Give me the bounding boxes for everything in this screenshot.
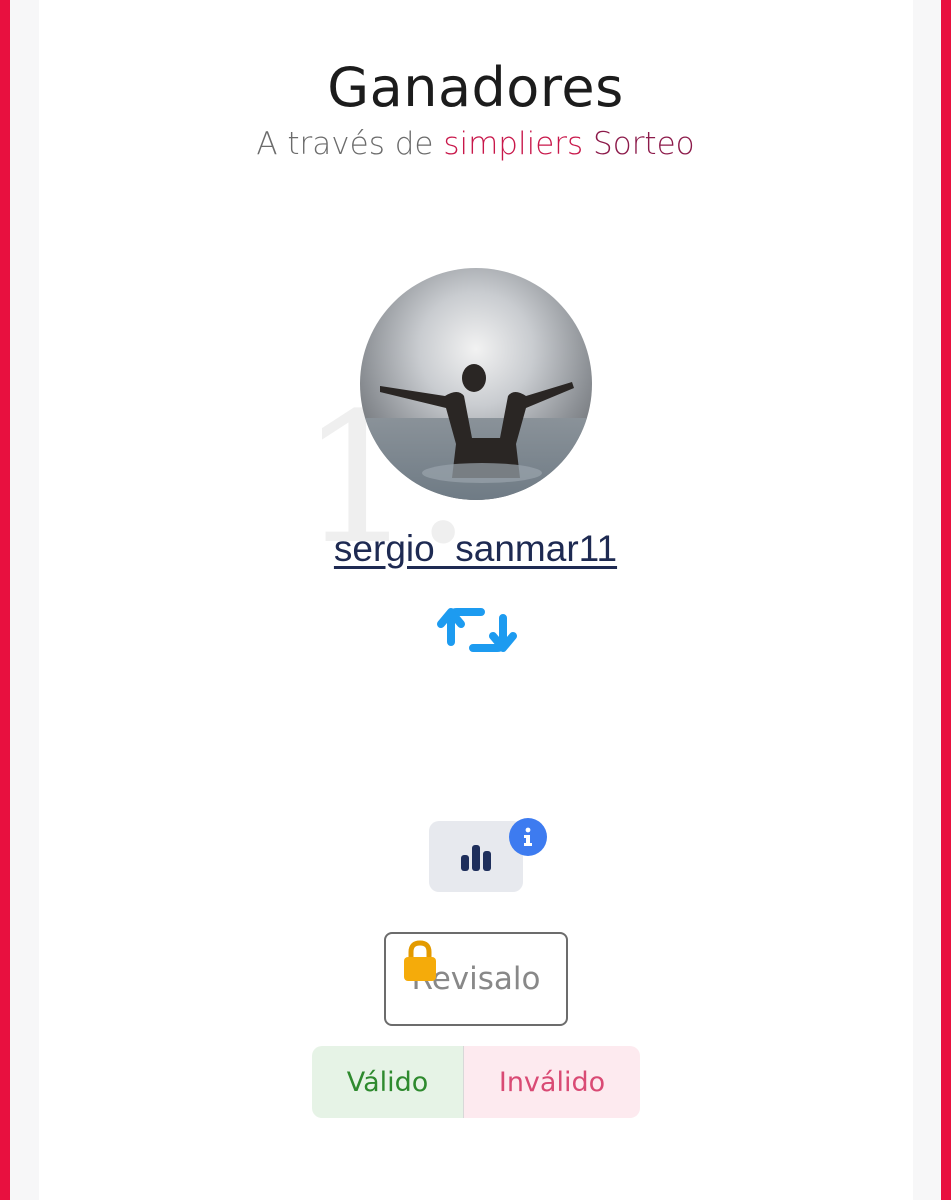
- review-button[interactable]: Revisalo: [384, 932, 568, 1026]
- lock-icon: [402, 940, 438, 990]
- bar-chart-icon: [461, 844, 491, 871]
- validation-buttons: Válido Inválido: [312, 1046, 640, 1118]
- page-title: Ganadores: [327, 56, 624, 119]
- retweet-icon: [437, 602, 517, 658]
- winner-username-link[interactable]: sergio_sanmar11: [0, 528, 951, 570]
- valid-button[interactable]: Válido: [312, 1046, 464, 1118]
- info-icon[interactable]: [509, 818, 547, 856]
- avatar: [360, 268, 592, 500]
- invalid-button[interactable]: Inválido: [464, 1046, 640, 1118]
- brand-name: simpliers: [443, 126, 584, 162]
- subtitle-suffix: Sorteo: [593, 126, 695, 162]
- page-subtitle: A través de simpliers Sorteo: [0, 126, 951, 162]
- subtitle-prefix: A través de: [256, 126, 434, 162]
